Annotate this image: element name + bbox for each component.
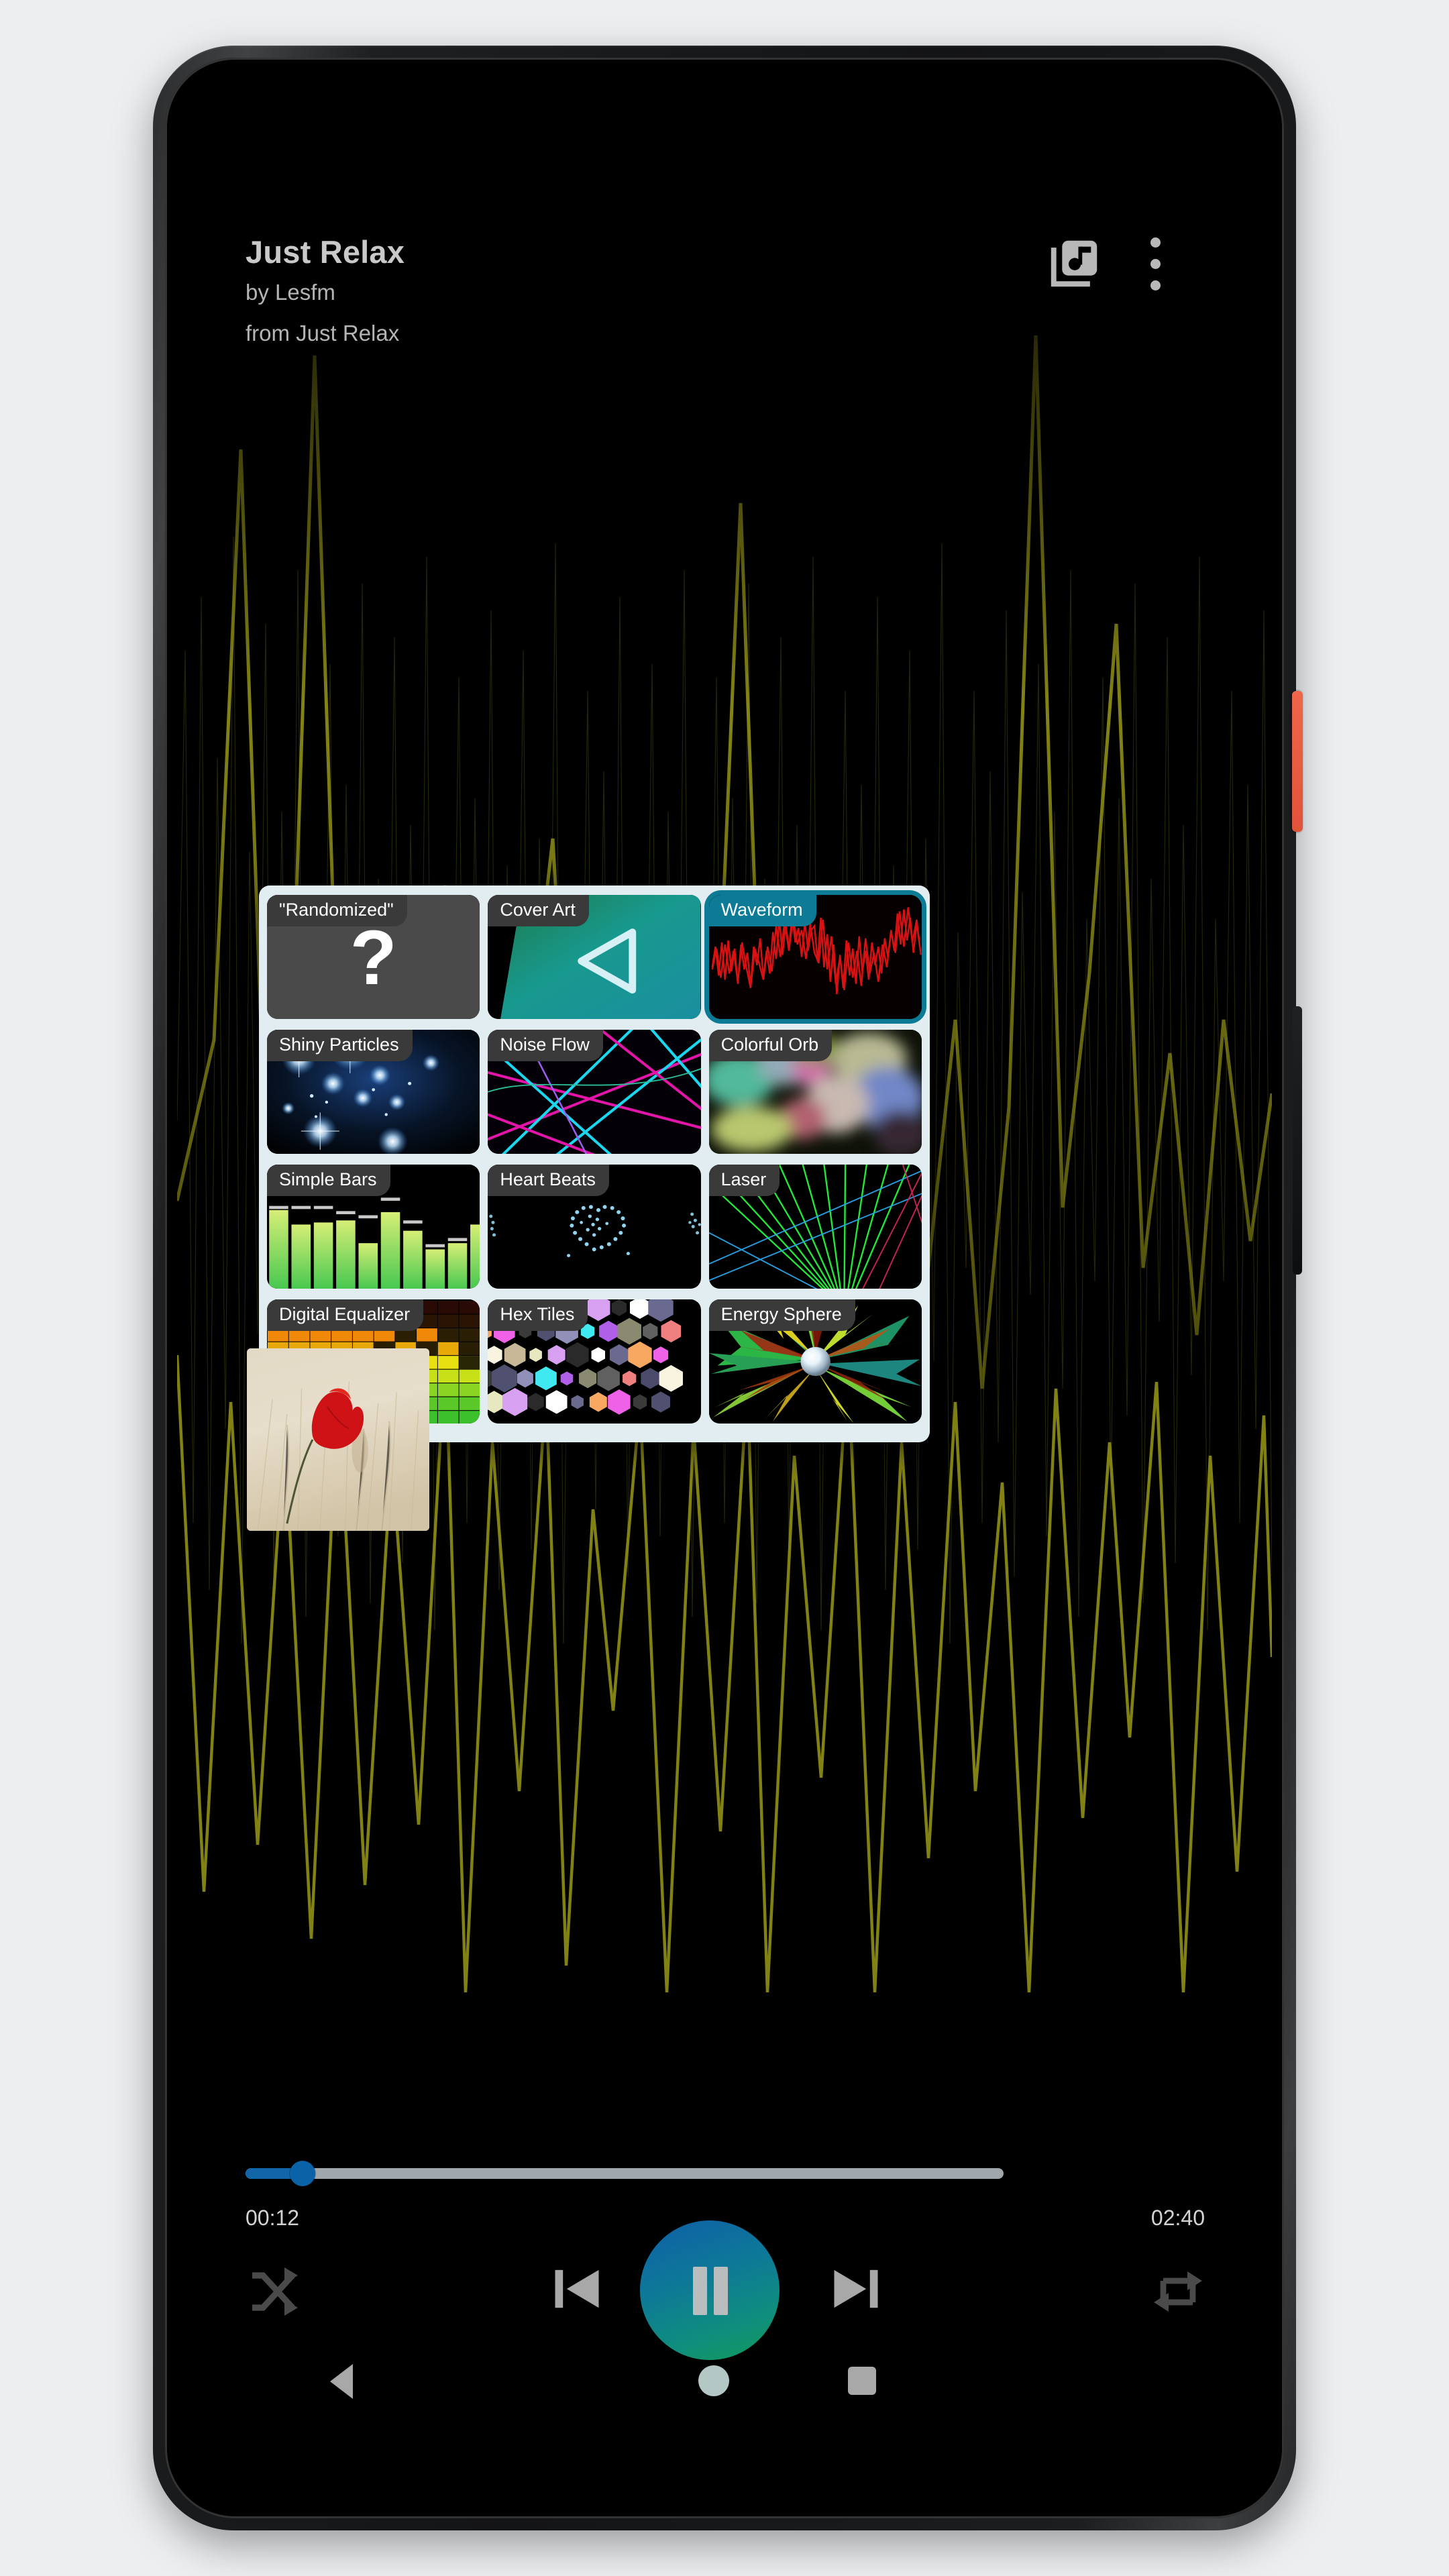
- shuffle-button[interactable]: [241, 2259, 306, 2324]
- repeat-icon: [1154, 2271, 1202, 2312]
- shuffle-icon: [252, 2267, 298, 2316]
- skip-next-icon: [834, 2269, 878, 2308]
- time-current-label: 00:12: [246, 2206, 300, 2230]
- phone-bezel: Just Relax by Lesfm from Just Relax ? "R…: [165, 58, 1284, 2518]
- visualizer-tile-waveform[interactable]: Waveform: [708, 895, 922, 1019]
- overflow-dot-1: [1150, 237, 1161, 248]
- seek-thumb-handle[interactable]: [289, 2161, 315, 2186]
- page-title: Just Relax: [246, 234, 405, 270]
- phone-screen: Just Relax by Lesfm from Just Relax ? "R…: [177, 127, 1272, 2422]
- overflow-dot-2: [1150, 259, 1161, 269]
- phone-device-frame: Just Relax by Lesfm from Just Relax ? "R…: [153, 46, 1303, 2530]
- visualizer-tile-label: Cover Art: [488, 895, 589, 926]
- visualizer-tile-label: Energy Sphere: [708, 1299, 855, 1331]
- visualizer-tile-label: Noise Flow: [488, 1030, 603, 1061]
- album-art-thumbnail[interactable]: [247, 1348, 429, 1531]
- track-artist-label: by Lesfm: [246, 280, 335, 305]
- track-album-label: from Just Relax: [246, 321, 400, 345]
- skip-previous-icon: [555, 2269, 599, 2308]
- visualizer-tile-label: Colorful Orb: [708, 1030, 833, 1061]
- visualizer-tile-label: Waveform: [708, 895, 816, 926]
- visualizer-tile-label: Shiny Particles: [267, 1030, 413, 1061]
- seek-bar-slider[interactable]: [246, 2161, 1004, 2186]
- visualizer-tile-label: Simple Bars: [267, 1165, 390, 1196]
- album-art-image: [247, 1348, 429, 1531]
- visualizer-tile-hex-tiles[interactable]: Hex Tiles: [488, 1299, 701, 1424]
- queue-icon[interactable]: [1046, 233, 1104, 291]
- queue-music-icon: [1051, 240, 1097, 287]
- visualizer-tile-energy-sphere[interactable]: Energy Sphere: [708, 1299, 922, 1424]
- visualizer-tile-cover-art[interactable]: Cover Art: [488, 895, 701, 1019]
- overflow-menu-icon[interactable]: [1133, 233, 1176, 295]
- volume-rocker-button[interactable]: [1293, 1006, 1302, 1275]
- visualizer-tile-colorful-orb[interactable]: Colorful Orb: [708, 1030, 922, 1154]
- visualizer-tile-label: Digital Equalizer: [267, 1299, 424, 1331]
- nav-back-button[interactable]: [330, 2364, 353, 2399]
- next-button[interactable]: [821, 2254, 891, 2324]
- svg-text:?: ?: [350, 915, 397, 1001]
- pause-bar-left: [693, 2267, 707, 2315]
- visualizer-tile-randomized[interactable]: ? "Randomized": [267, 895, 480, 1019]
- pause-bar-right: [714, 2267, 728, 2315]
- visualizer-tile-laser[interactable]: Laser: [708, 1165, 922, 1289]
- play-pause-button[interactable]: [640, 2220, 780, 2360]
- nav-home-button[interactable]: [698, 2365, 729, 2396]
- visualizer-tile-label: Heart Beats: [488, 1165, 609, 1196]
- power-button[interactable]: [1292, 691, 1303, 832]
- visualizer-tile-label: "Randomized": [267, 895, 407, 926]
- overflow-dot-3: [1150, 280, 1161, 290]
- visualizer-tile-heart-beats[interactable]: Heart Beats: [488, 1165, 701, 1289]
- time-total-label: 02:40: [1150, 2206, 1205, 2230]
- now-playing-header: Just Relax by Lesfm from Just Relax: [177, 221, 1272, 396]
- music-player-app: Just Relax by Lesfm from Just Relax ? "R…: [177, 127, 1272, 2422]
- repeat-button[interactable]: [1146, 2259, 1210, 2324]
- visualizer-tile-label: Hex Tiles: [488, 1299, 588, 1331]
- nav-recents-button[interactable]: [848, 2367, 876, 2395]
- previous-button[interactable]: [542, 2254, 612, 2324]
- visualizer-tile-noise-flow[interactable]: Noise Flow: [488, 1030, 701, 1154]
- visualizer-tile-simple-bars[interactable]: Simple Bars: [267, 1165, 480, 1289]
- android-nav-bar: [177, 2341, 1272, 2422]
- visualizer-tile-label: Laser: [708, 1165, 780, 1196]
- visualizer-tile-shiny-particles[interactable]: Shiny Particles: [267, 1030, 480, 1154]
